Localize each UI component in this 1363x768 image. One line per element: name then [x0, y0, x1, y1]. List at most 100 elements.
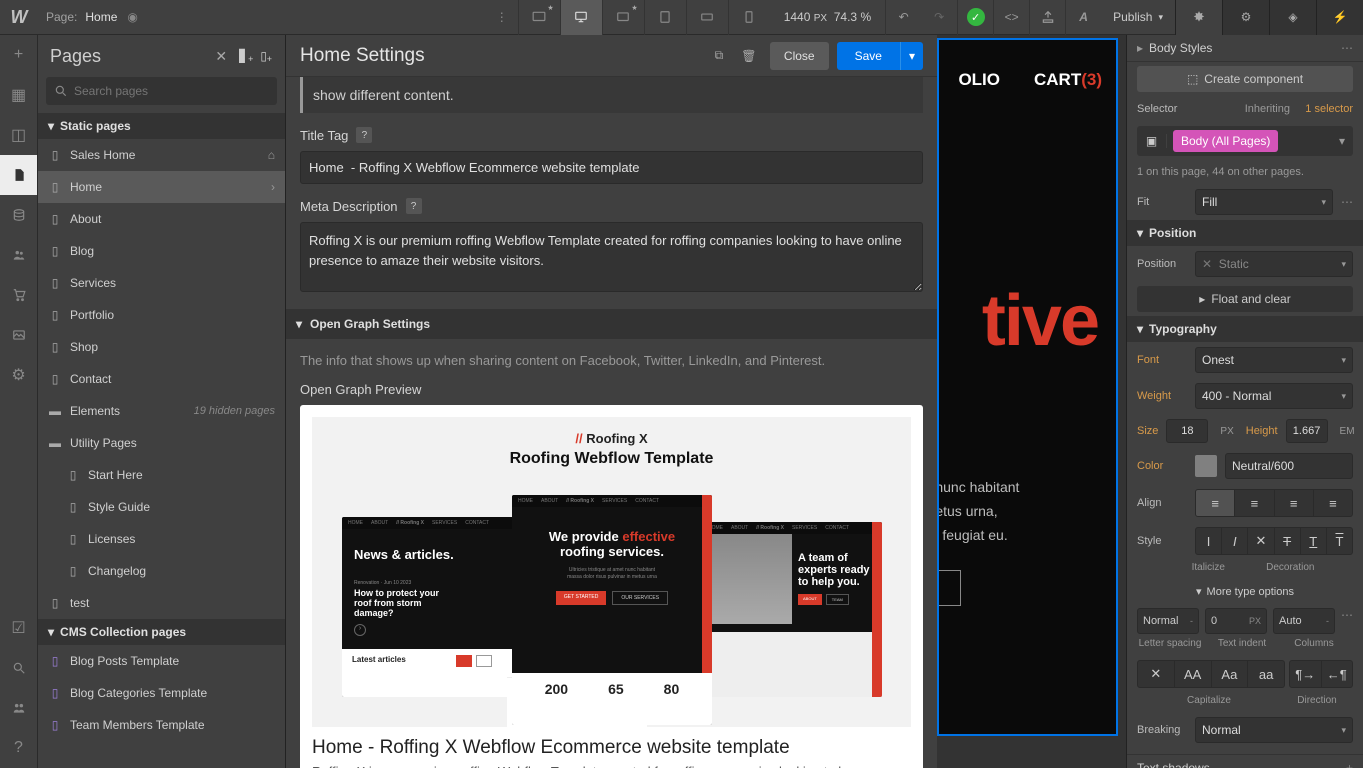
close-button[interactable]: Close — [770, 42, 829, 70]
page-blog[interactable]: ▯Blog — [38, 235, 285, 267]
breakpoint-mobile[interactable] — [728, 0, 770, 35]
users-icon[interactable] — [0, 235, 37, 275]
page-blog-categories-template[interactable]: ▯Blog Categories Template — [38, 677, 285, 709]
save-dropdown[interactable]: ▾ — [900, 42, 923, 70]
hero-button[interactable] — [937, 570, 961, 606]
title-tag-input[interactable] — [300, 151, 923, 184]
page-team-members-template[interactable]: ▯Team Members Template — [38, 709, 285, 741]
publish-button[interactable]: Publish▾ — [1101, 10, 1175, 24]
text-shadows-header[interactable]: Text shadows — [1137, 761, 1340, 768]
redo-icon[interactable]: ↷ — [921, 0, 957, 35]
copy-icon[interactable]: ⧉ — [704, 41, 734, 71]
deco-strike[interactable]: T — [1275, 527, 1301, 555]
new-page-icon[interactable]: ▯+ — [254, 49, 273, 63]
help-icon[interactable]: ? — [0, 728, 37, 768]
search-pages[interactable] — [46, 77, 277, 105]
weight-select[interactable]: 400 - Normal▾ — [1195, 383, 1353, 409]
color-swatch[interactable] — [1195, 455, 1217, 477]
deco-overline[interactable]: T — [1327, 527, 1353, 555]
effects-tab-icon[interactable]: ⚡ — [1316, 0, 1363, 35]
fit-select[interactable]: Fill▾ — [1195, 189, 1333, 215]
og-settings-header[interactable]: ▾Open Graph Settings — [286, 309, 937, 339]
page-services[interactable]: ▯Services — [38, 267, 285, 299]
audit-icon[interactable]: ☑ — [0, 608, 37, 648]
position-select[interactable]: ✕ Static▾ — [1195, 251, 1353, 277]
page-home[interactable]: ▯Home› — [38, 171, 285, 203]
page-blog-posts-template[interactable]: ▯Blog Posts Template — [38, 645, 285, 677]
page-name-dropdown[interactable]: Home — [85, 10, 117, 24]
body-styles-header[interactable]: Body Styles — [1149, 41, 1335, 55]
assets-icon[interactable] — [0, 315, 37, 355]
code-icon[interactable]: <> — [993, 0, 1029, 35]
breakpoint-desktop[interactable] — [560, 0, 602, 35]
cms-icon[interactable] — [0, 195, 37, 235]
breakpoint-tablet-wide[interactable]: ★ — [602, 0, 644, 35]
create-component-button[interactable]: ⬚Create component — [1137, 66, 1353, 92]
breakpoint-tablet[interactable] — [644, 0, 686, 35]
align-center[interactable]: ≡ — [1235, 489, 1274, 517]
nav-portfolio[interactable]: OLIO — [958, 70, 1000, 90]
align-left[interactable]: ≡ — [1195, 489, 1235, 517]
page-style-guide[interactable]: ▯Style Guide — [38, 491, 285, 523]
size-input[interactable] — [1166, 419, 1208, 443]
cap-lower[interactable]: aa — [1248, 660, 1285, 688]
selector-tag[interactable]: Body (All Pages) — [1173, 130, 1278, 152]
page-shop[interactable]: ▯Shop — [38, 331, 285, 363]
cms-pages-header[interactable]: ▾CMS Collection pages — [38, 619, 285, 645]
page-portfolio[interactable]: ▯Portfolio — [38, 299, 285, 331]
typography-section[interactable]: ▾Typography — [1127, 316, 1363, 342]
static-pages-header[interactable]: ▾Static pages — [38, 113, 285, 139]
cap-none[interactable]: ✕ — [1137, 660, 1175, 688]
more-icon[interactable]: ⋯ — [1341, 41, 1353, 55]
columns-input[interactable]: Auto- — [1273, 608, 1335, 634]
page-test[interactable]: ▯test — [38, 587, 285, 619]
help-icon[interactable]: ? — [406, 198, 422, 214]
dir-rtl[interactable]: ←¶ — [1322, 660, 1354, 688]
page-start-here[interactable]: ▯Start Here — [38, 459, 285, 491]
float-clear-button[interactable]: ▸Float and clear — [1137, 286, 1353, 312]
selector-dropdown-icon[interactable]: ▾ — [1331, 134, 1353, 148]
dir-ltr[interactable]: ¶→ — [1289, 660, 1322, 688]
more-icon[interactable]: ⋯ — [1341, 608, 1353, 634]
page-utility[interactable]: ▬Utility Pages — [38, 427, 285, 459]
export-icon[interactable] — [1029, 0, 1065, 35]
search-pages-input[interactable] — [74, 84, 269, 98]
webflow-logo[interactable]: W — [0, 0, 38, 35]
nav-cart[interactable]: CART(3) — [1034, 70, 1102, 90]
style-regular[interactable]: I — [1195, 527, 1222, 555]
components-icon[interactable]: ◫ — [0, 115, 37, 155]
style-tab-icon[interactable] — [1175, 0, 1222, 35]
breaking-select[interactable]: Normal▾ — [1195, 717, 1353, 743]
help-icon[interactable]: ? — [356, 127, 372, 143]
audit-icon[interactable]: A — [1065, 0, 1101, 35]
more-menu-icon[interactable]: ⋮ — [486, 10, 518, 24]
search-icon[interactable] — [0, 648, 37, 688]
interactions-tab-icon[interactable]: ◈ — [1269, 0, 1316, 35]
page-contact[interactable]: ▯Contact — [38, 363, 285, 395]
style-italic[interactable]: I — [1222, 527, 1248, 555]
preview-icon[interactable]: ◉ — [117, 10, 147, 24]
add-element-icon[interactable]: + — [0, 35, 37, 75]
align-right[interactable]: ≡ — [1275, 489, 1314, 517]
meta-desc-input[interactable] — [300, 222, 923, 292]
undo-icon[interactable]: ↶ — [885, 0, 921, 35]
selector-field[interactable]: ▣ Body (All Pages) ▾ — [1137, 126, 1353, 156]
breakpoint-mobile-landscape[interactable] — [686, 0, 728, 35]
settings-tab-icon[interactable]: ⚙ — [1222, 0, 1269, 35]
more-type-options[interactable]: ▾More type options — [1127, 579, 1363, 604]
ecommerce-icon[interactable] — [0, 275, 37, 315]
color-select[interactable]: Neutral/600 — [1225, 453, 1353, 479]
position-section[interactable]: ▾Position — [1127, 220, 1363, 246]
close-panel-icon[interactable]: ✕ — [209, 48, 233, 65]
status-check-icon[interactable]: ✓ — [957, 0, 993, 35]
settings-icon[interactable]: ⚙ — [0, 355, 37, 395]
align-justify[interactable]: ≡ — [1314, 489, 1353, 517]
video-icon[interactable] — [0, 688, 37, 728]
canvas[interactable]: OLIOCART(3) tive net nunc habitantn metu… — [937, 38, 1118, 736]
page-about[interactable]: ▯About — [38, 203, 285, 235]
breakpoint-xl[interactable]: ★ — [518, 0, 560, 35]
cap-upper[interactable]: AA — [1175, 660, 1212, 688]
more-icon[interactable]: ⋯ — [1341, 195, 1353, 209]
letter-spacing-input[interactable]: Normal- — [1137, 608, 1199, 634]
add-shadow-icon[interactable]: + — [1346, 761, 1353, 768]
